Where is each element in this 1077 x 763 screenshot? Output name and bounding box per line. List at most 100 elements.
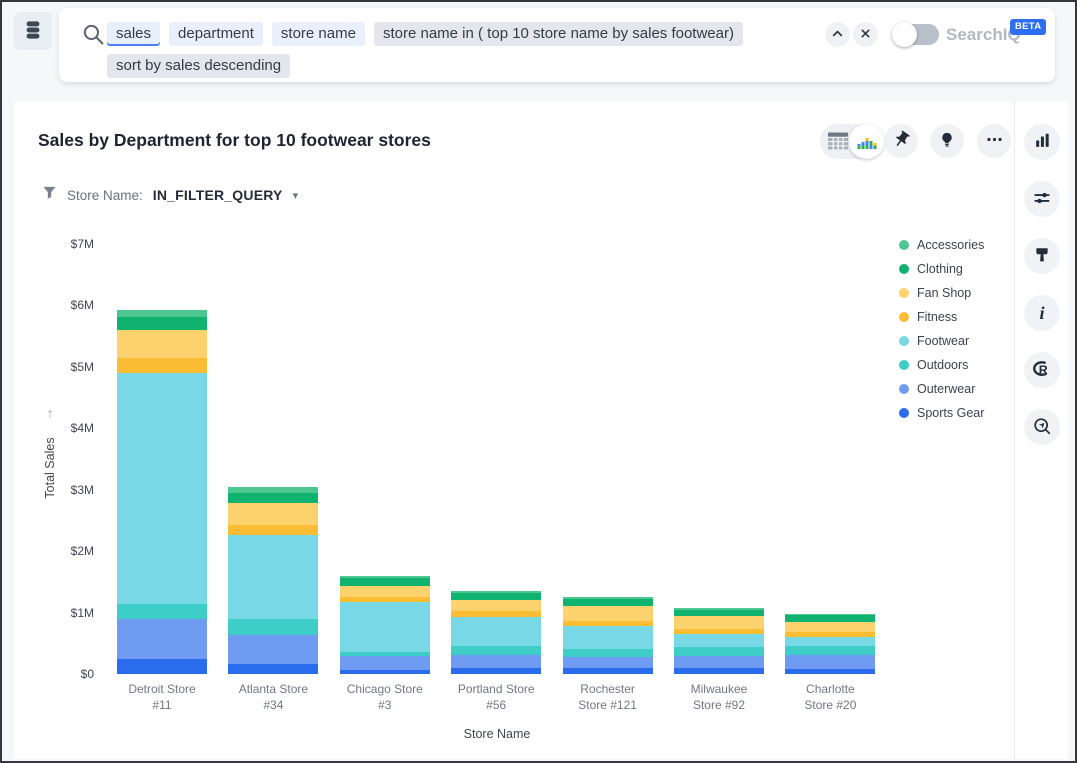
y-tick-label: $7M — [71, 237, 94, 251]
legend-item[interactable]: Sports Gear — [899, 401, 984, 425]
bar-segment[interactable] — [117, 619, 207, 660]
x-axis-labels: Detroit Store#11Atlanta Store#34Chicago … — [117, 682, 877, 716]
stacked-bar[interactable] — [228, 487, 318, 674]
r-analysis-icon: R — [1031, 358, 1053, 383]
filter-value[interactable]: IN_FILTER_QUERY — [153, 187, 283, 203]
bar-segment[interactable] — [117, 310, 207, 317]
bar-segment[interactable] — [340, 602, 430, 652]
bar-segment[interactable] — [117, 373, 207, 604]
funnel-icon — [42, 185, 57, 205]
explore-search-icon — [1032, 416, 1052, 439]
bar-segment[interactable] — [340, 670, 430, 674]
info-button[interactable]: i — [1024, 295, 1060, 331]
collapse-search-button[interactable] — [825, 22, 850, 47]
bar-segment[interactable] — [340, 656, 430, 670]
bar-segment[interactable] — [674, 668, 764, 674]
legend-label: Fan Shop — [917, 286, 971, 300]
chart-config-button[interactable] — [1024, 124, 1060, 160]
legend-item[interactable]: Fitness — [899, 305, 984, 329]
bar-segment[interactable] — [451, 617, 541, 646]
bar-segment[interactable] — [563, 668, 653, 674]
bar-segment[interactable] — [785, 669, 875, 674]
bar-segment[interactable] — [228, 635, 318, 664]
bar-segment[interactable] — [674, 656, 764, 668]
bar-segment[interactable] — [785, 615, 875, 622]
bar-segment[interactable] — [563, 599, 653, 606]
bar-segment[interactable] — [451, 655, 541, 668]
y-tick-label: $3M — [71, 483, 94, 497]
token-row-1: sales department store name store name in (… — [107, 20, 743, 47]
bar-segment[interactable] — [228, 493, 318, 503]
bar-segment[interactable] — [785, 637, 875, 646]
r-analysis-button[interactable]: R — [1024, 352, 1060, 388]
beta-badge: BETA — [1010, 19, 1046, 35]
bar-segment[interactable] — [674, 634, 764, 648]
y-tick-label: $6M — [71, 298, 94, 312]
stacked-bar[interactable] — [451, 591, 541, 674]
search-token[interactable]: store name — [272, 22, 365, 46]
legend-item[interactable]: Outdoors — [899, 353, 984, 377]
stacked-bar[interactable] — [785, 614, 875, 674]
bar-segment[interactable] — [340, 586, 430, 597]
bar-segment[interactable] — [674, 610, 764, 617]
search-token[interactable]: store name in ( top 10 store name by sal… — [374, 22, 743, 46]
stacked-bar[interactable] — [563, 597, 653, 674]
bar-segment[interactable] — [451, 600, 541, 611]
legend-item[interactable]: Outerwear — [899, 377, 984, 401]
bar-segment[interactable] — [228, 535, 318, 619]
chevron-down-icon[interactable]: ▾ — [293, 189, 299, 202]
legend-item[interactable]: Fan Shop — [899, 281, 984, 305]
bar-segment[interactable] — [674, 616, 764, 628]
legend-item[interactable]: Footwear — [899, 329, 984, 353]
bar-segment[interactable] — [563, 649, 653, 656]
bar-segment[interactable] — [340, 578, 430, 586]
bar-segment[interactable] — [451, 668, 541, 674]
clear-search-button[interactable] — [853, 22, 878, 47]
stacked-bar[interactable] — [117, 310, 207, 674]
insights-button[interactable] — [930, 124, 964, 158]
bar-segment[interactable] — [228, 487, 318, 494]
configure-button[interactable] — [1024, 181, 1060, 217]
bar-segment[interactable] — [674, 647, 764, 656]
legend-label: Footwear — [917, 334, 969, 348]
data-source-button[interactable] — [14, 12, 52, 50]
more-options-button[interactable] — [977, 124, 1011, 158]
legend-label: Sports Gear — [917, 406, 984, 420]
legend-label: Outerwear — [917, 382, 975, 396]
y-axis-arrow-icon: ↑ — [47, 406, 54, 421]
bar-segment[interactable] — [228, 503, 318, 525]
bar-segment[interactable] — [563, 657, 653, 669]
pin-button[interactable] — [884, 124, 918, 158]
bar-segment[interactable] — [228, 664, 318, 674]
searchiq-toggle[interactable] — [894, 24, 939, 45]
bar-segment[interactable] — [117, 317, 207, 331]
bar-segment[interactable] — [228, 619, 318, 635]
bar-segment[interactable] — [117, 659, 207, 674]
bar-segment[interactable] — [117, 330, 207, 358]
table-view-button[interactable] — [827, 132, 848, 151]
legend-item[interactable]: Accessories — [899, 233, 984, 257]
search-token[interactable]: sort by sales descending — [107, 54, 290, 78]
search-token[interactable]: department — [169, 22, 263, 46]
bar-segment[interactable] — [785, 622, 875, 631]
bar-segment[interactable] — [563, 606, 653, 621]
bar-segment[interactable] — [563, 626, 653, 650]
search-token[interactable]: sales — [107, 22, 160, 46]
bar-segment[interactable] — [451, 593, 541, 600]
chart-view-button[interactable] — [849, 124, 884, 159]
stacked-bar[interactable] — [674, 608, 764, 674]
legend-dot — [899, 264, 909, 274]
filter-row: Store Name: IN_FILTER_QUERY ▾ — [42, 185, 298, 205]
svg-text:R: R — [1039, 363, 1048, 377]
stacked-bar[interactable] — [340, 576, 430, 674]
bar-segment[interactable] — [785, 655, 875, 669]
bar-segment[interactable] — [117, 604, 207, 619]
bar-segment[interactable] — [785, 646, 875, 655]
explore-button[interactable] — [1024, 409, 1060, 445]
style-button[interactable] — [1024, 238, 1060, 274]
bar-segment[interactable] — [117, 358, 207, 373]
bar-segment[interactable] — [228, 525, 318, 535]
bar-segment[interactable] — [451, 646, 541, 655]
legend-item[interactable]: Clothing — [899, 257, 984, 281]
legend-dot — [899, 240, 909, 250]
